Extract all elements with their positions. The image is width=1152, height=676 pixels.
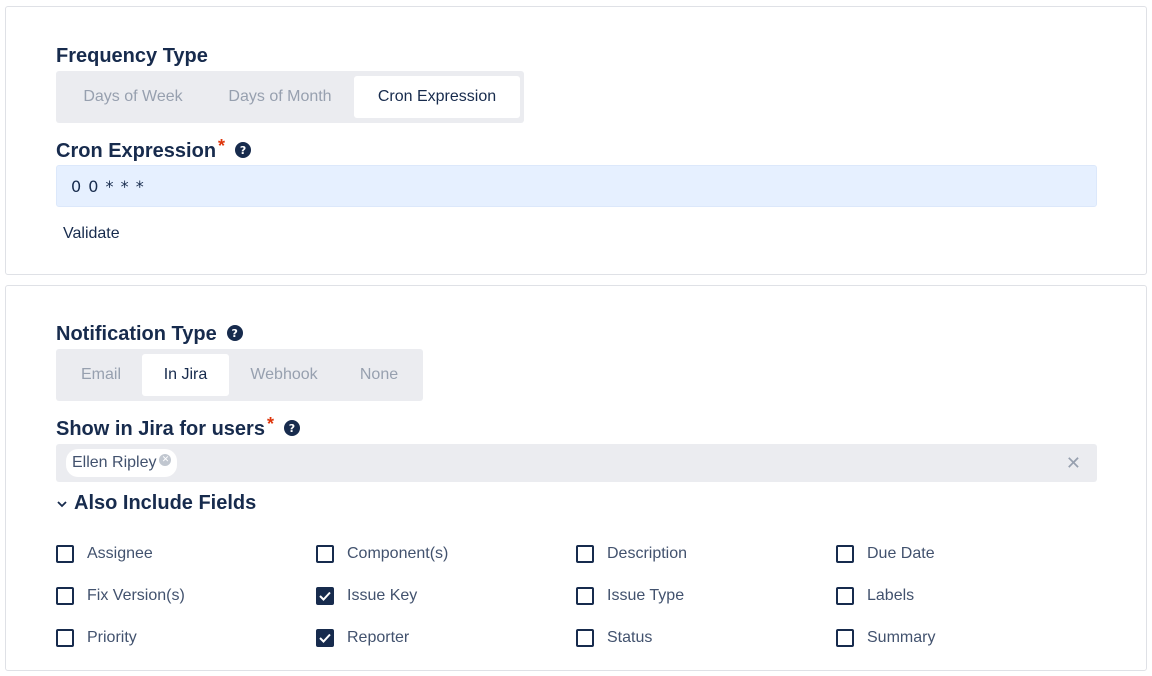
users-multiselect[interactable]: Ellen Ripley ✕ ✕ — [56, 444, 1097, 482]
field-checkbox-label: Description — [607, 545, 688, 562]
schedule-card: Frequency Type Days of Week Days of Mont… — [5, 6, 1147, 275]
frequency-option-days-of-month[interactable]: Days of Month — [206, 76, 354, 118]
field-checkbox-item[interactable]: Assignee — [56, 533, 316, 575]
field-checkbox-label: Issue Type — [607, 587, 685, 604]
checkbox-icon[interactable] — [56, 545, 74, 563]
question-circle-icon[interactable]: ? — [235, 142, 252, 158]
required-marker: * — [218, 136, 226, 156]
notification-option-none[interactable]: None — [339, 354, 419, 396]
notification-card: Notification Type ? Email In Jira Webhoo… — [5, 285, 1147, 671]
frequency-type-selector: Days of Week Days of Month Cron Expressi… — [56, 71, 524, 123]
field-checkbox-label: Labels — [867, 587, 915, 604]
field-checkbox-label: Component(s) — [347, 545, 449, 562]
checkbox-icon[interactable] — [56, 629, 74, 647]
field-checkbox-label: Priority — [87, 629, 137, 646]
validate-button[interactable]: Validate — [63, 225, 120, 243]
field-checkbox-item[interactable]: Issue Key — [316, 575, 576, 617]
field-checkbox-label: Status — [607, 629, 653, 646]
checkbox-icon[interactable] — [56, 587, 74, 605]
question-circle-icon[interactable]: ? — [226, 325, 243, 341]
checkbox-checked-icon[interactable] — [316, 587, 334, 605]
checkbox-icon[interactable] — [316, 545, 334, 563]
user-chip-label: Ellen Ripley — [72, 454, 157, 471]
field-checkbox-label: Summary — [867, 629, 936, 646]
checkbox-icon[interactable] — [836, 629, 854, 647]
frequency-option-days-of-week[interactable]: Days of Week — [60, 76, 206, 118]
field-checkbox-item[interactable]: Fix Version(s) — [56, 575, 316, 617]
notification-option-email[interactable]: Email — [60, 354, 142, 396]
cron-expression-label: Cron Expression * ? — [56, 136, 252, 163]
field-checkbox-item[interactable]: Priority — [56, 617, 316, 659]
checkbox-icon[interactable] — [836, 587, 854, 605]
field-checkbox-item[interactable]: Component(s) — [316, 533, 576, 575]
required-marker: * — [266, 414, 274, 434]
field-checkbox-item[interactable]: Issue Type — [576, 575, 836, 617]
cron-expression-value: 0 0 * * * — [71, 176, 145, 196]
frequency-type-label: Frequency Type — [56, 45, 208, 67]
checkbox-icon[interactable] — [576, 629, 594, 647]
chevron-down-icon — [57, 500, 67, 507]
checkbox-checked-icon[interactable] — [316, 629, 334, 647]
cron-expression-input[interactable]: 0 0 * * * — [56, 165, 1097, 207]
frequency-option-cron-expression[interactable]: Cron Expression — [354, 76, 520, 118]
field-checkbox-item[interactable]: Due Date — [836, 533, 1096, 575]
show-in-jira-users-label: Show in Jira for users * ? — [56, 414, 300, 441]
field-checkbox-item[interactable]: Status — [576, 617, 836, 659]
checkbox-icon[interactable] — [576, 545, 594, 563]
notification-type-label: Notification Type ? — [56, 323, 243, 346]
notification-option-in-jira[interactable]: In Jira — [142, 354, 229, 396]
field-checkbox-item[interactable]: Reporter — [316, 617, 576, 659]
question-circle-icon[interactable]: ? — [283, 420, 300, 436]
include-fields-grid: Assignee Component(s) Description Due Date F… — [56, 533, 1096, 659]
notification-type-selector: Email In Jira Webhook None — [56, 349, 423, 401]
field-checkbox-item[interactable]: Labels — [836, 575, 1096, 617]
field-checkbox-item[interactable]: Summary — [836, 617, 1096, 659]
field-checkbox-label: Reporter — [347, 629, 410, 646]
field-checkbox-label: Fix Version(s) — [87, 587, 185, 604]
field-checkbox-label: Assignee — [87, 545, 153, 562]
checkbox-icon[interactable] — [836, 545, 854, 563]
notification-option-webhook[interactable]: Webhook — [229, 354, 339, 396]
also-include-fields-toggle[interactable]: Also Include Fields — [56, 492, 256, 515]
close-icon[interactable]: ✕ — [1066, 453, 1081, 474]
field-checkbox-item[interactable]: Description — [576, 533, 836, 575]
field-checkbox-label: Due Date — [867, 545, 935, 562]
remove-chip-icon[interactable]: ✕ — [159, 454, 172, 466]
field-checkbox-label: Issue Key — [347, 587, 418, 604]
user-chip: Ellen Ripley ✕ — [66, 449, 178, 477]
checkbox-icon[interactable] — [576, 587, 594, 605]
